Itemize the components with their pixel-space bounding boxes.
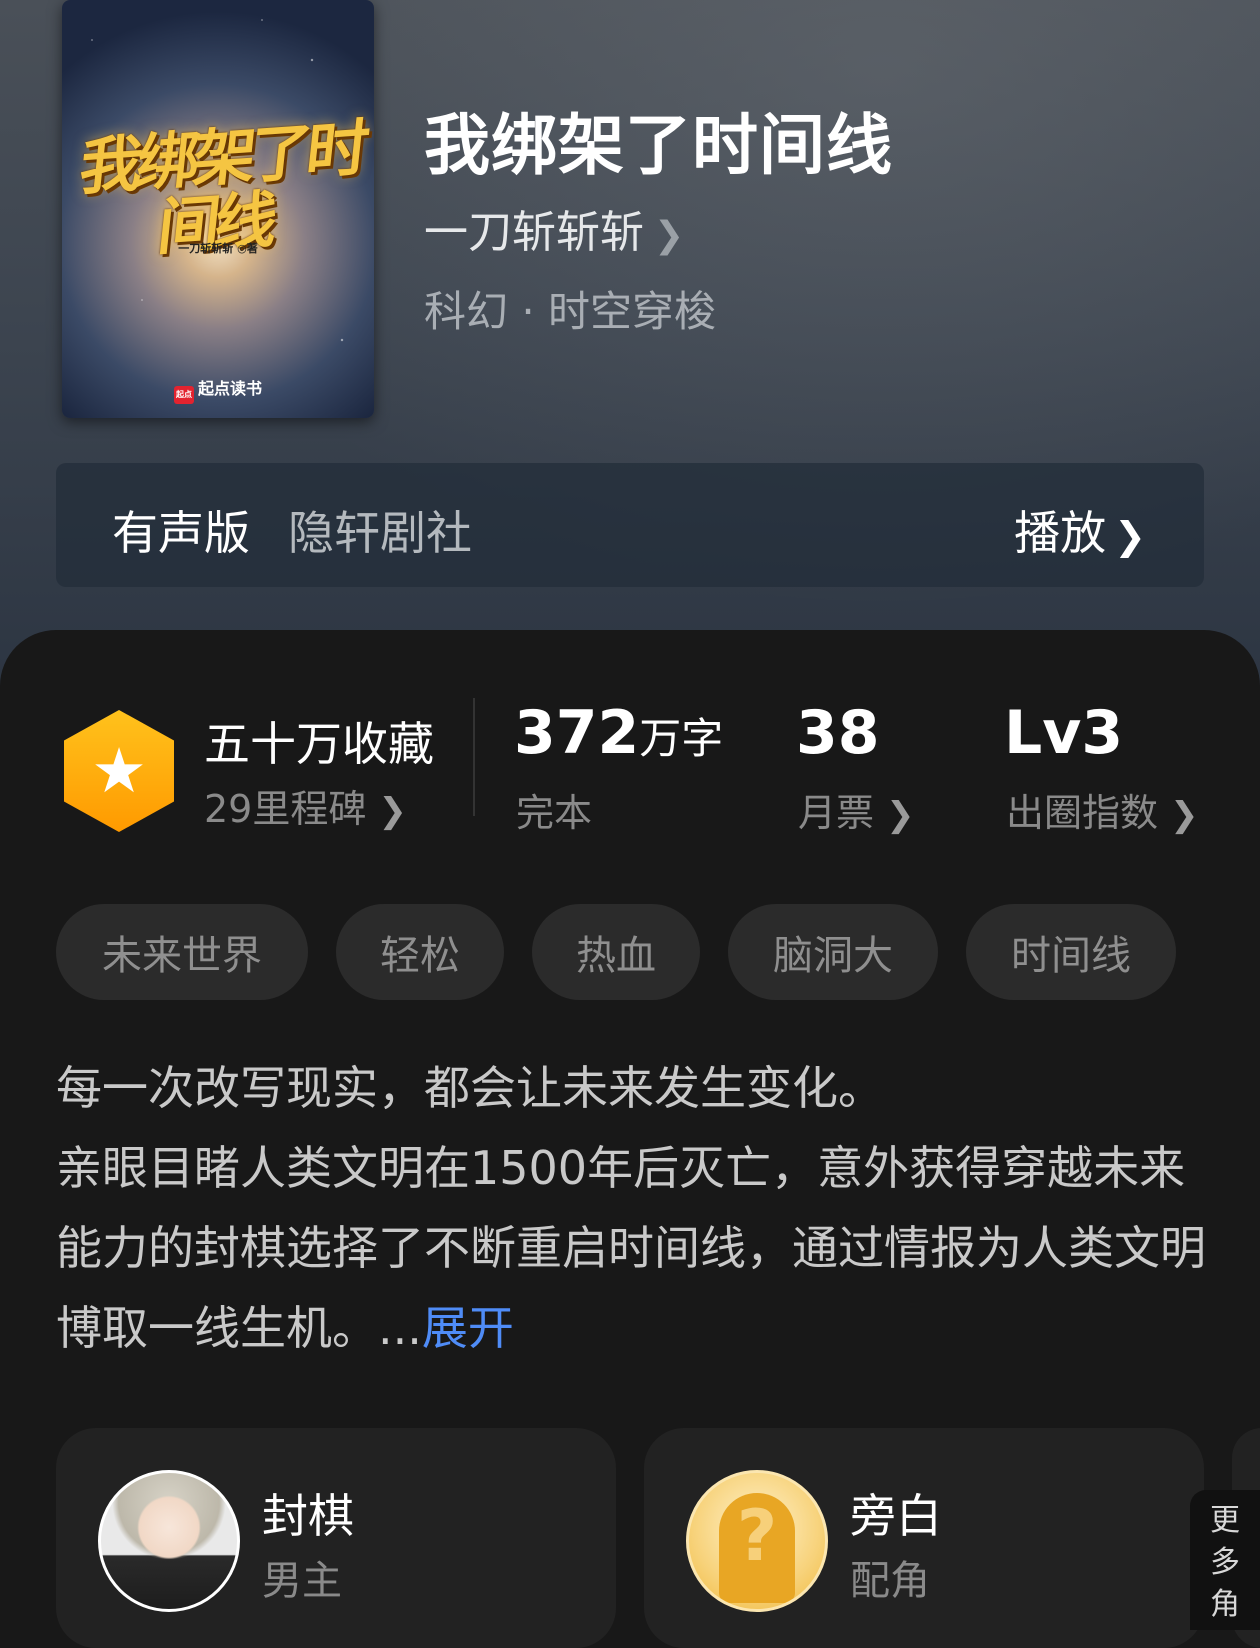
more-characters-label: 更多角 bbox=[1210, 1503, 1240, 1622]
character-name: 封棋 bbox=[262, 1489, 354, 1543]
book-cover[interactable]: 我绑架了时间线 一刀斩斩斩 ◎著 起点 起点读书 bbox=[62, 0, 374, 418]
chevron-right-icon: ❯ bbox=[378, 791, 407, 831]
chevron-right-icon: ❯ bbox=[654, 215, 685, 256]
play-label: 播放 bbox=[1014, 506, 1107, 560]
tag-chip[interactable]: 时间线 bbox=[966, 904, 1176, 1000]
tag-chip[interactable]: 脑洞大 bbox=[728, 904, 938, 1000]
character-role: 男主 bbox=[262, 1558, 342, 1604]
milestones-link[interactable]: 29里程碑 ❯ bbox=[204, 778, 407, 833]
audio-label: 有声版 bbox=[112, 506, 250, 560]
character-name: 旁白 bbox=[850, 1489, 942, 1543]
book-genre: 科幻 · 时空穿梭 bbox=[424, 287, 717, 336]
audio-version-bar[interactable]: 有声版 隐轩剧社 播放 ❯ bbox=[56, 463, 1204, 587]
monthly-tickets-link[interactable]: 月票 ❯ bbox=[798, 782, 915, 837]
monthly-tickets: 38 bbox=[796, 698, 880, 768]
word-count: 372万字 bbox=[514, 698, 723, 768]
description-text: 亲眼目睹人类文明在1500年后灭亡，意外获得穿越未来能力的封棋选择了不断重启时间… bbox=[56, 1141, 1206, 1355]
book-description: 每一次改写现实，都会让未来发生变化。 亲眼目睹人类文明在1500年后灭亡，意外获… bbox=[56, 1048, 1216, 1368]
word-count-unit: 万字 bbox=[639, 714, 724, 763]
monthly-tickets-value: 38 bbox=[796, 698, 880, 768]
completion-status: 完本 bbox=[516, 791, 593, 835]
audio-studio: 隐轩剧社 bbox=[288, 506, 472, 560]
character-role: 配角 bbox=[850, 1558, 930, 1604]
popularity-level-value: Lv3 bbox=[1004, 698, 1124, 768]
question-mark-icon: ? bbox=[736, 1495, 778, 1577]
milestones-label: 29里程碑 bbox=[204, 787, 367, 831]
chevron-right-icon: ❯ bbox=[1170, 795, 1199, 835]
star-icon: ★ bbox=[91, 734, 147, 807]
author-link[interactable]: 一刀斩斩斩 ❯ bbox=[424, 196, 684, 260]
expand-link[interactable]: 展开 bbox=[422, 1301, 514, 1355]
more-characters-button[interactable]: 更多角 bbox=[1190, 1490, 1260, 1630]
cover-publisher: 起点 起点读书 bbox=[62, 375, 374, 404]
popularity-level: Lv3 bbox=[1004, 698, 1123, 768]
author-name: 一刀斩斩斩 bbox=[424, 207, 644, 258]
character-card[interactable]: 封棋 男主 bbox=[56, 1428, 616, 1648]
popularity-index-label: 出圈指数 bbox=[1006, 791, 1159, 835]
avatar bbox=[98, 1470, 240, 1612]
character-card[interactable]: ? 旁白 配角 bbox=[644, 1428, 1204, 1648]
chevron-right-icon: ❯ bbox=[1114, 514, 1146, 558]
description-body: 亲眼目睹人类文明在1500年后灭亡，意外获得穿越未来能力的封棋选择了不断重启时间… bbox=[56, 1128, 1216, 1368]
tag-chip[interactable]: 轻松 bbox=[336, 904, 504, 1000]
tag-chip[interactable]: 未来世界 bbox=[56, 904, 308, 1000]
stats-divider bbox=[473, 698, 475, 816]
book-title: 我绑架了时间线 bbox=[424, 106, 893, 184]
monthly-tickets-label: 月票 bbox=[798, 791, 875, 835]
publisher-logo: 起点 bbox=[173, 386, 194, 404]
description-line: 每一次改写现实，都会让未来发生变化。 bbox=[56, 1061, 884, 1115]
avatar: ? bbox=[686, 1470, 828, 1612]
popularity-index-link[interactable]: 出圈指数 ❯ bbox=[1006, 782, 1199, 837]
cover-publisher-name: 起点读书 bbox=[197, 379, 262, 398]
play-button[interactable]: 播放 ❯ bbox=[1014, 497, 1146, 563]
tag-chip[interactable]: 热血 bbox=[532, 904, 700, 1000]
word-count-value: 372 bbox=[514, 698, 640, 768]
cover-author: 一刀斩斩斩 ◎著 bbox=[178, 242, 258, 255]
collections-count: 五十万收藏 bbox=[204, 717, 434, 771]
chevron-right-icon: ❯ bbox=[886, 795, 915, 835]
